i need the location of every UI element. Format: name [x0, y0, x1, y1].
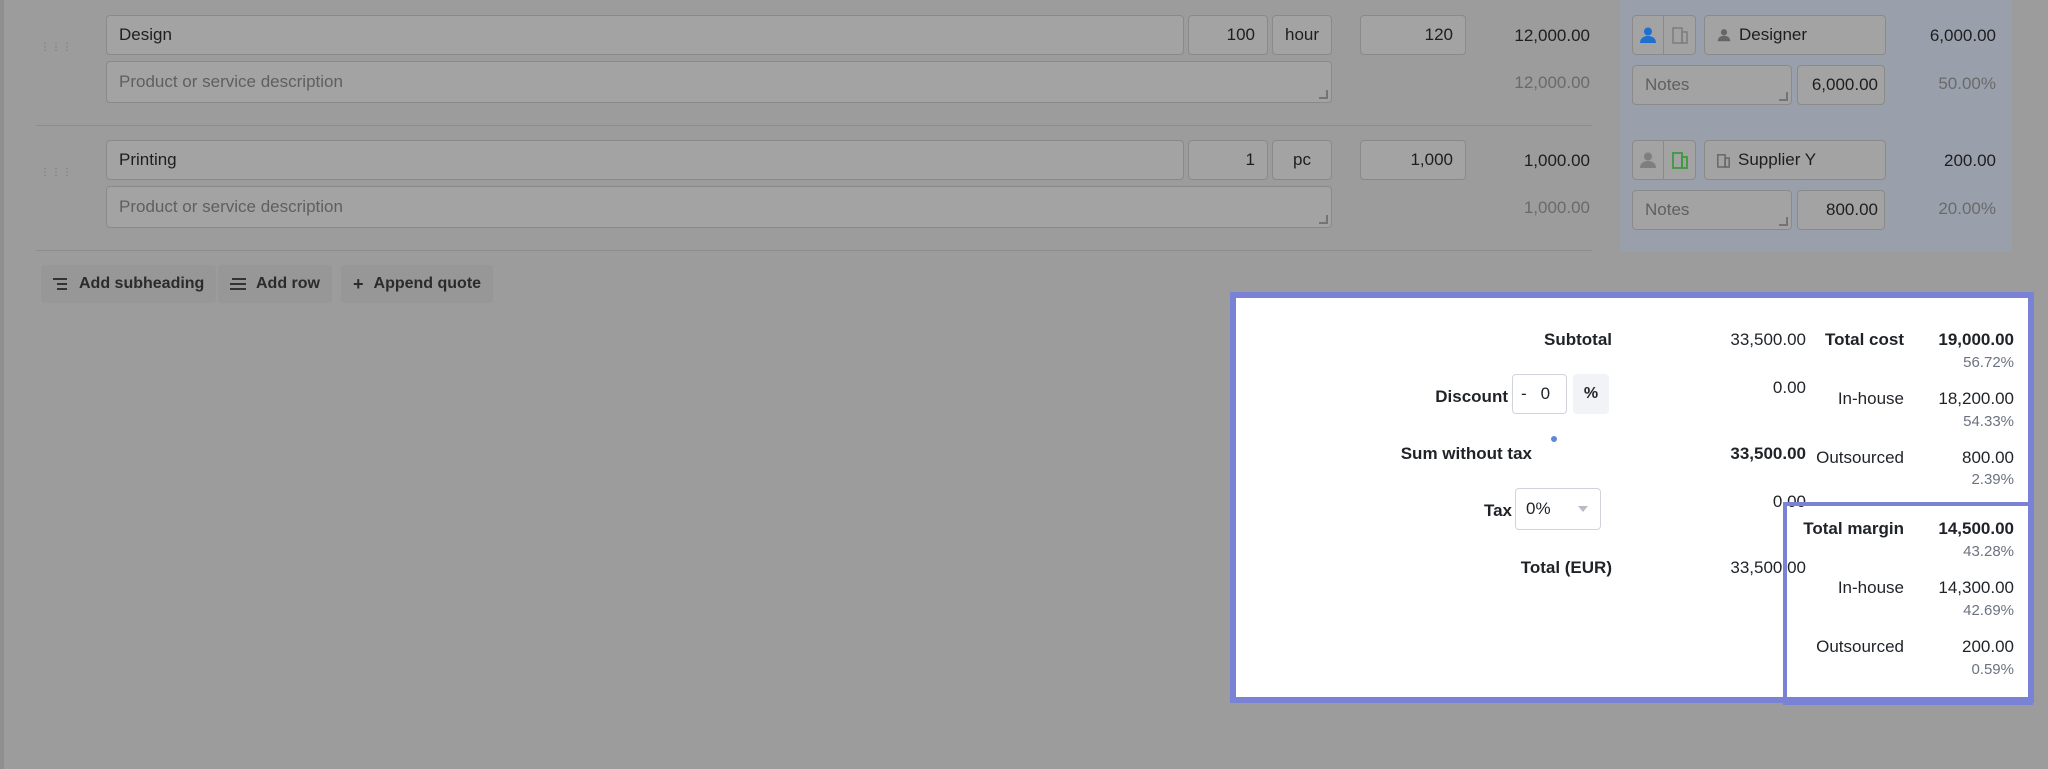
- discount-label: Discount: [1435, 387, 1508, 406]
- row-divider: [36, 250, 1592, 251]
- row-total: 12,000.00: [1514, 26, 1590, 45]
- list-icon: [230, 278, 246, 290]
- append-quote-label: Append quote: [373, 275, 482, 292]
- add-row-button[interactable]: Add row: [218, 265, 332, 303]
- price-text: 1,000: [1410, 150, 1453, 169]
- row-margin-pct: 20.00%: [1938, 199, 1996, 218]
- cost-inhouse-value: 18,200.00: [1938, 389, 2014, 408]
- assignee-text: Supplier Y: [1738, 150, 1817, 169]
- margin-inhouse-value: 14,300.00: [1938, 578, 2014, 597]
- description-placeholder: Product or service description: [119, 197, 343, 216]
- assignee-select[interactable]: Supplier Y: [1704, 140, 1886, 180]
- add-subheading-button[interactable]: Add subheading: [41, 265, 217, 303]
- discount-minus-text: -: [1521, 384, 1527, 403]
- description-placeholder: Product or service description: [119, 72, 343, 91]
- outsourced-toggle[interactable]: [1664, 15, 1696, 55]
- price-input[interactable]: 1,000: [1360, 140, 1466, 180]
- subheading-icon: [53, 278, 67, 290]
- row-total-secondary: 1,000.00: [1523, 198, 1590, 217]
- outsourced-toggle[interactable]: [1664, 140, 1696, 180]
- row-total-secondary: 12,000.00: [1514, 73, 1590, 92]
- price-text: 120: [1424, 25, 1453, 44]
- unit-input[interactable]: pc: [1272, 140, 1332, 180]
- row-margin-text: 6,000.00: [1811, 75, 1878, 94]
- total-value: 33,500.00: [1730, 558, 1806, 577]
- row-cost: 6,000.00: [1929, 26, 1996, 45]
- total-margin-pct: 43.28%: [1963, 543, 2014, 560]
- notes-textarea[interactable]: Notes: [1632, 190, 1792, 230]
- unit-text: pc: [1293, 150, 1311, 169]
- quantity-text: 1: [1245, 150, 1255, 169]
- item-name-text: Design: [119, 25, 172, 44]
- tax-select[interactable]: 0%: [1515, 488, 1601, 530]
- building-icon: [1717, 153, 1730, 168]
- item-name-input[interactable]: Printing: [106, 140, 1184, 180]
- append-quote-button[interactable]: + Append quote: [341, 265, 494, 303]
- description-textarea[interactable]: Product or service description: [106, 61, 1332, 103]
- assignee-select[interactable]: Designer: [1704, 15, 1886, 55]
- margin-outsourced-value: 200.00: [1962, 637, 2014, 656]
- total-margin-value: 14,500.00: [1938, 519, 2014, 538]
- unit-text: hour: [1284, 25, 1320, 44]
- add-subheading-label: Add subheading: [79, 275, 205, 292]
- discount-unit-text: %: [1583, 385, 1599, 402]
- chevron-down-icon: [1578, 506, 1588, 512]
- subtotal-label: Subtotal: [1544, 330, 1612, 349]
- person-icon: [1640, 27, 1656, 43]
- resize-handle-icon[interactable]: [1319, 90, 1328, 99]
- resize-handle-icon[interactable]: [1779, 92, 1788, 101]
- resize-handle-icon[interactable]: [1779, 217, 1788, 226]
- add-row-label: Add row: [256, 275, 320, 292]
- total-label: Total (EUR): [1520, 558, 1612, 577]
- notes-placeholder: Notes: [1645, 75, 1690, 94]
- resize-handle-icon[interactable]: [1319, 215, 1328, 224]
- sum-without-tax-label: Sum without tax: [1400, 444, 1532, 463]
- loading-dot-icon: [1551, 436, 1557, 442]
- discount-input[interactable]: - 0: [1512, 374, 1567, 414]
- drag-handle-icon[interactable]: ⋮⋮⋮: [40, 168, 72, 178]
- person-icon: [1640, 152, 1656, 168]
- row-divider: [36, 125, 1592, 126]
- cost-outsourced-value: 800.00: [1962, 448, 2014, 467]
- row-margin-text: 800.00: [1826, 200, 1878, 219]
- discount-unit-toggle[interactable]: %: [1573, 374, 1609, 414]
- row-margin-input[interactable]: 6,000.00: [1797, 65, 1885, 105]
- cost-inhouse-pct: 54.33%: [1963, 413, 2014, 430]
- row-margin-input[interactable]: 800.00: [1797, 190, 1885, 230]
- item-name-text: Printing: [119, 150, 177, 169]
- row-total: 1,000.00: [1523, 151, 1590, 170]
- quantity-text: 100: [1226, 25, 1255, 44]
- description-textarea[interactable]: Product or service description: [106, 186, 1332, 228]
- total-cost-value: 19,000.00: [1938, 330, 2014, 349]
- row-cost: 200.00: [1944, 151, 1996, 170]
- quantity-input[interactable]: 1: [1188, 140, 1268, 180]
- row-margin-pct: 50.00%: [1938, 74, 1996, 93]
- tax-amount: 0.00: [1772, 492, 1806, 511]
- margin-outsourced-pct: 0.59%: [1971, 661, 2014, 678]
- tax-label: Tax: [1483, 501, 1512, 520]
- building-icon: [1671, 27, 1688, 44]
- person-icon: [1717, 29, 1731, 42]
- margin-inhouse-pct: 42.69%: [1963, 602, 2014, 619]
- in-house-toggle[interactable]: [1632, 140, 1664, 180]
- total-cost-pct: 56.72%: [1963, 354, 2014, 371]
- building-icon: [1671, 152, 1688, 169]
- in-house-toggle[interactable]: [1632, 15, 1664, 55]
- page-left-border: [0, 0, 4, 769]
- cost-outsourced-pct: 2.39%: [1971, 471, 2014, 488]
- quote-summary-panel: Subtotal 33,500.00 Discount - 0 % 0.00 S…: [1230, 292, 2034, 705]
- item-name-input[interactable]: Design: [106, 15, 1184, 55]
- discount-value-text: 0: [1540, 384, 1551, 403]
- drag-handle-icon[interactable]: ⋮⋮⋮: [40, 43, 72, 53]
- assignee-text: Designer: [1739, 25, 1808, 44]
- plus-icon: +: [353, 273, 364, 294]
- unit-input[interactable]: hour: [1272, 15, 1332, 55]
- notes-placeholder: Notes: [1645, 200, 1690, 219]
- tax-select-text: 0%: [1526, 499, 1551, 518]
- price-input[interactable]: 120: [1360, 15, 1466, 55]
- quantity-input[interactable]: 100: [1188, 15, 1268, 55]
- notes-textarea[interactable]: Notes: [1632, 65, 1792, 105]
